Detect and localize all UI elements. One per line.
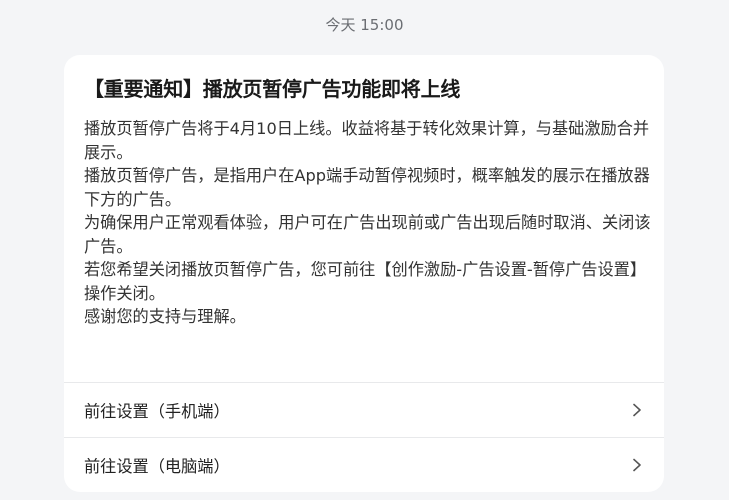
chevron-right-icon — [630, 403, 644, 417]
notice-body: 播放页暂停广告将于4月10日上线。收益将基于转化效果计算，与基础激励合并展示。 … — [84, 117, 654, 329]
settings-desktop-label: 前往设置（电脑端） — [84, 457, 230, 476]
chevron-right-icon — [630, 458, 644, 472]
notice-paragraph: 若您希望关闭播放页暂停广告，您可前往【创作激励-广告设置-暂停广告设置】操作关闭… — [84, 260, 647, 303]
notice-card: 【重要通知】播放页暂停广告功能即将上线 播放页暂停广告将于4月10日上线。收益将… — [64, 55, 664, 492]
settings-desktop-button[interactable]: 前往设置（电脑端） — [64, 438, 664, 492]
timestamp: 今天 15:00 — [325, 16, 404, 34]
notice-paragraph: 播放页暂停广告将于4月10日上线。收益将基于转化效果计算，与基础激励合并展示。 — [84, 119, 650, 162]
settings-mobile-label: 前往设置（手机端） — [84, 402, 230, 421]
notice-paragraph: 播放页暂停广告，是指用户在App端手动暂停视频时，概率触发的展示在播放器下方的广… — [84, 166, 650, 209]
notice-paragraph: 感谢您的支持与理解。 — [84, 307, 246, 326]
notice-paragraph: 为确保用户正常观看体验，用户可在广告出现前或广告出现后随时取消、关闭该广告。 — [84, 213, 651, 256]
notice-title: 【重要通知】播放页暂停广告功能即将上线 — [84, 77, 461, 101]
settings-mobile-button[interactable]: 前往设置（手机端） — [64, 383, 664, 437]
